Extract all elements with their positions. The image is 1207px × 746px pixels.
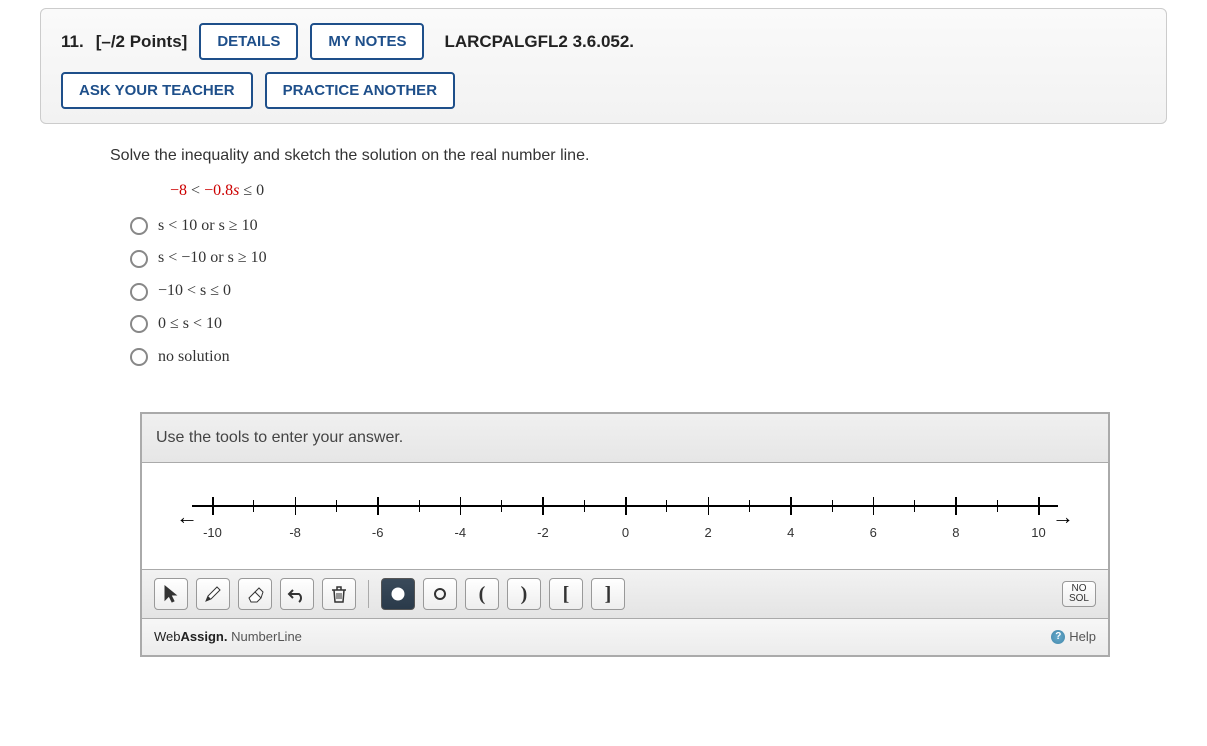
- radio-icon: [130, 315, 148, 333]
- bracket-left-icon: [: [563, 576, 570, 612]
- tool-draw-button[interactable]: [196, 578, 230, 610]
- help-icon: ?: [1051, 630, 1065, 644]
- answer-option-4[interactable]: 0 ≤ s < 10: [130, 310, 1187, 339]
- undo-icon: [287, 584, 307, 604]
- eraser-icon: [245, 584, 265, 604]
- tool-erase-button[interactable]: [238, 578, 272, 610]
- radio-icon: [130, 250, 148, 268]
- tick-label: 4: [787, 521, 794, 544]
- tool-closed-bracket-left-button[interactable]: [: [549, 578, 583, 610]
- answer-option-3[interactable]: −10 < s ≤ 0: [130, 277, 1187, 306]
- inequality: −8 < −0.8s ≤ 0: [170, 177, 1187, 206]
- answer-option-5[interactable]: no solution: [130, 343, 1187, 372]
- radio-icon: [130, 348, 148, 366]
- option-label: s < −10 or s ≥ 10: [158, 244, 267, 273]
- answer-option-2[interactable]: s < −10 or s ≥ 10: [130, 244, 1187, 273]
- numberline-toolbar: ( ) [ ] NO SOL: [142, 569, 1108, 618]
- open-point-icon: [430, 584, 450, 604]
- tool-pointer-button[interactable]: [154, 578, 188, 610]
- numberline-header: Use the tools to enter your answer.: [142, 414, 1108, 464]
- tick-label: -8: [289, 521, 301, 544]
- pointer-icon: [161, 584, 181, 604]
- my-notes-button[interactable]: MY NOTES: [310, 23, 424, 60]
- paren-left-icon: (: [479, 576, 486, 612]
- tick-label: 6: [870, 521, 877, 544]
- numberline-widget: Use the tools to enter your answer. ← → …: [140, 412, 1110, 657]
- axis-arrow-left-icon: ←: [176, 497, 198, 537]
- paren-right-icon: ): [521, 576, 528, 612]
- pencil-icon: [203, 584, 223, 604]
- option-label: −10 < s ≤ 0: [158, 277, 231, 306]
- bracket-right-icon: ]: [605, 576, 612, 612]
- tick-label: -2: [537, 521, 549, 544]
- tick-label: 10: [1031, 521, 1045, 544]
- tool-open-paren-right-button[interactable]: ): [507, 578, 541, 610]
- toolbar-separator: [368, 580, 369, 608]
- option-label: no solution: [158, 343, 230, 372]
- tick-label: 8: [952, 521, 959, 544]
- option-label: s < 10 or s ≥ 10: [158, 212, 258, 241]
- tool-open-point-button[interactable]: [423, 578, 457, 610]
- tick-label: -10: [203, 521, 222, 544]
- tool-closed-point-button[interactable]: [381, 578, 415, 610]
- question-number: 11.: [61, 32, 84, 52]
- question-prompt: Solve the inequality and sketch the solu…: [110, 142, 1187, 171]
- details-button[interactable]: DETAILS: [199, 23, 298, 60]
- axis-arrow-right-icon: →: [1052, 497, 1074, 537]
- book-reference: LARCPALGFL2 3.6.052.: [444, 32, 634, 52]
- numberline-footer: WebAssign. NumberLine ? Help: [142, 618, 1108, 654]
- help-button[interactable]: ? Help: [1051, 625, 1096, 648]
- trash-icon: [329, 584, 349, 604]
- tool-no-solution-button[interactable]: NO SOL: [1062, 581, 1096, 607]
- brand-label: WebAssign. NumberLine: [154, 625, 302, 648]
- answer-options: s < 10 or s ≥ 10 s < −10 or s ≥ 10 −10 <…: [130, 212, 1187, 372]
- practice-another-button[interactable]: PRACTICE ANOTHER: [265, 72, 455, 109]
- question-header: 11. [–/2 Points] DETAILS MY NOTES LARCPA…: [40, 8, 1167, 124]
- points-label: [–/2 Points]: [96, 32, 188, 52]
- ask-teacher-button[interactable]: ASK YOUR TEACHER: [61, 72, 253, 109]
- tool-closed-bracket-right-button[interactable]: ]: [591, 578, 625, 610]
- radio-icon: [130, 217, 148, 235]
- numberline-canvas[interactable]: ← → -10 -8 -6 -4 -2 0 2 4 6 8 10: [142, 463, 1108, 569]
- closed-point-icon: [388, 584, 408, 604]
- tick-label: 0: [622, 521, 629, 544]
- tool-undo-button[interactable]: [280, 578, 314, 610]
- tick-label: -6: [372, 521, 384, 544]
- tool-delete-button[interactable]: [322, 578, 356, 610]
- tick-label: 2: [704, 521, 711, 544]
- tool-open-paren-left-button[interactable]: (: [465, 578, 499, 610]
- tick-label: -4: [455, 521, 467, 544]
- answer-option-1[interactable]: s < 10 or s ≥ 10: [130, 212, 1187, 241]
- option-label: 0 ≤ s < 10: [158, 310, 222, 339]
- radio-icon: [130, 283, 148, 301]
- question-body: Solve the inequality and sketch the solu…: [110, 132, 1187, 657]
